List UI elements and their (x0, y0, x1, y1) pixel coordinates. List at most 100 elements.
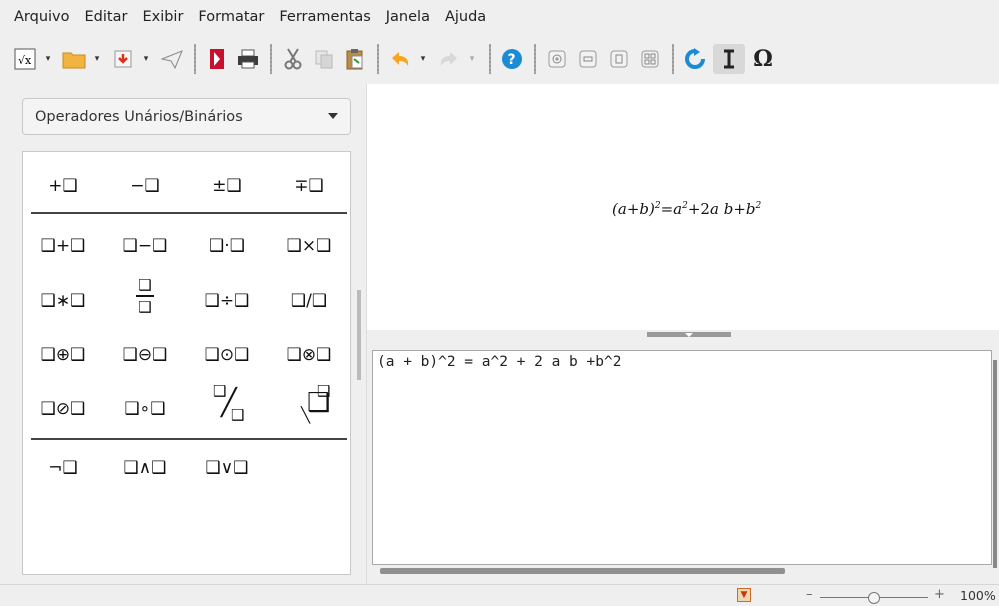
menu-ajuda[interactable]: Ajuda (445, 9, 486, 25)
open-dropdown-icon[interactable]: ▾ (92, 44, 102, 74)
zoom-slider[interactable]: – + (800, 587, 950, 604)
palette-subtraction[interactable]: ❑−❑ (105, 236, 185, 256)
zoom-out-button[interactable]: – (806, 587, 813, 602)
save-icon[interactable] (110, 44, 136, 74)
toolbar-separator (270, 44, 272, 74)
toolbar-separator (194, 44, 196, 74)
palette-wide-slash[interactable]: ❑ ╱ ❑ (187, 382, 267, 427)
operator-palette: +❑ −❑ ±❑ ∓❑ ❑+❑ ❑−❑ ❑·❑ ❑×❑ ❑∗❑ ❑ ❑ ❑÷❑ … (22, 151, 351, 575)
palette-divider (31, 438, 347, 440)
palette-circled-slash[interactable]: ❑⊘❑ (23, 399, 103, 419)
palette-logical-and[interactable]: ❑∧❑ (105, 458, 185, 478)
menu-ferramentas[interactable]: Ferramentas (279, 9, 370, 25)
document-modified-icon[interactable]: ▼ (737, 588, 751, 602)
category-label: Operadores Unários/Binários (35, 108, 243, 125)
chevron-down-icon (328, 113, 338, 119)
palette-unary-plus[interactable]: +❑ (23, 176, 103, 196)
exponent: 2 (755, 201, 762, 211)
zoom-knob[interactable] (868, 592, 880, 604)
op-plus-two: +2 (687, 200, 710, 218)
help-icon[interactable]: ? (499, 44, 525, 74)
save-dropdown-icon[interactable]: ▾ (141, 44, 151, 74)
send-icon[interactable] (159, 44, 185, 74)
op-plus: + (626, 200, 640, 218)
wide-slash-bottom: ❑ (231, 406, 245, 424)
palette-unary-minus[interactable]: −❑ (105, 176, 185, 196)
fraction-denominator: ❑ (138, 298, 152, 316)
palette-addition[interactable]: ❑+❑ (23, 236, 103, 256)
toolbar: √x ▾ ▾ ▾ ▾ ▾ ? Ω (0, 35, 999, 83)
palette-multiplication[interactable]: ❑×❑ (269, 236, 349, 256)
print-icon[interactable] (235, 44, 261, 74)
zoom-in-button[interactable]: + (934, 587, 945, 602)
paste-icon[interactable] (342, 44, 368, 74)
menu-bar: Arquivo Editar Exibir Formatar Ferrament… (0, 0, 999, 34)
fraction-bar (136, 295, 154, 297)
redo-dropdown-icon[interactable]: ▾ (467, 44, 477, 74)
zoom-level[interactable]: 100% (960, 588, 996, 603)
palette-circled-minus[interactable]: ❑⊖❑ (105, 345, 185, 365)
toolbar-separator (377, 44, 379, 74)
fraction-numerator: ❑ (138, 276, 152, 294)
palette-minus-plus[interactable]: ∓❑ (269, 176, 349, 196)
menu-janela[interactable]: Janela (386, 9, 430, 25)
toolbar-separator (489, 44, 491, 74)
palette-wide-backslash[interactable]: ❑ ╲ ❑ (269, 382, 349, 427)
palette-divider (31, 212, 347, 214)
panel-scrollbar[interactable] (357, 290, 361, 380)
palette-logical-or[interactable]: ❑∨❑ (187, 458, 267, 478)
copy-icon[interactable] (311, 44, 337, 74)
palette-plus-minus[interactable]: ±❑ (187, 176, 267, 196)
redo-icon[interactable] (436, 44, 462, 74)
palette-composition[interactable]: ❑∘❑ (105, 399, 185, 419)
zoom-100-icon[interactable] (606, 44, 632, 74)
menu-exibir[interactable]: Exibir (142, 9, 183, 25)
update-icon[interactable] (682, 44, 708, 74)
formula-cursor-icon[interactable] (713, 44, 745, 74)
var-a: a (673, 200, 683, 218)
pdf-icon[interactable] (204, 44, 230, 74)
palette-negation[interactable]: ¬❑ (23, 458, 103, 478)
palette-division[interactable]: ❑÷❑ (187, 291, 267, 311)
toolbar-separator (534, 44, 536, 74)
symbols-icon[interactable]: Ω (750, 44, 776, 74)
zoom-out-icon[interactable] (575, 44, 601, 74)
palette-fraction[interactable]: ❑ ❑ (105, 277, 185, 315)
editor-horizontal-scrollbar[interactable] (380, 568, 785, 574)
toolbar-separator (672, 44, 674, 74)
formula-icon[interactable]: √x (12, 44, 38, 74)
op-plus: + (733, 200, 746, 218)
palette-circled-plus[interactable]: ❑⊕❑ (23, 345, 103, 365)
undo-dropdown-icon[interactable]: ▾ (418, 44, 428, 74)
new-dropdown-icon[interactable]: ▾ (43, 44, 53, 74)
menu-formatar[interactable]: Formatar (198, 9, 264, 25)
cut-icon[interactable] (280, 44, 306, 74)
rendered-formula: (a+b)2=a2+2a b+b2 (612, 200, 761, 218)
formula-preview: (a+b)2=a2+2a b+b2 (367, 84, 999, 330)
show-all-icon[interactable] (637, 44, 663, 74)
command-editor[interactable]: (a + b)^2 = a^2 + 2 a b +b^2 (372, 350, 992, 565)
pane-splitter[interactable] (367, 330, 999, 342)
elements-panel: Operadores Unários/Binários +❑ −❑ ±❑ ∓❑ … (0, 84, 360, 584)
palette-asterisk[interactable]: ❑∗❑ (23, 291, 103, 311)
svg-text:?: ? (508, 52, 516, 68)
open-folder-icon[interactable] (61, 44, 87, 74)
menu-arquivo[interactable]: Arquivo (14, 9, 70, 25)
category-dropdown[interactable]: Operadores Unários/Binários (22, 98, 351, 135)
palette-circled-dot[interactable]: ❑⊙❑ (187, 345, 267, 365)
menu-editar[interactable]: Editar (85, 9, 128, 25)
svg-text:√x: √x (18, 54, 32, 67)
undo-icon[interactable] (387, 44, 413, 74)
var-b: b (745, 200, 756, 218)
palette-circled-times[interactable]: ❑⊗❑ (269, 345, 349, 365)
var-a: a (617, 200, 627, 218)
editor-vertical-scrollbar[interactable] (993, 360, 997, 568)
op-equals: = (660, 200, 674, 218)
palette-slash[interactable]: ❑/❑ (269, 291, 349, 311)
triangle-down-icon (685, 333, 693, 337)
var-b: b (639, 200, 649, 218)
zoom-in-icon[interactable] (544, 44, 570, 74)
wide-backslash-line: ❑ (307, 388, 331, 418)
palette-dot-product[interactable]: ❑·❑ (187, 236, 267, 256)
status-bar: ▼ – + 100% (0, 584, 999, 606)
